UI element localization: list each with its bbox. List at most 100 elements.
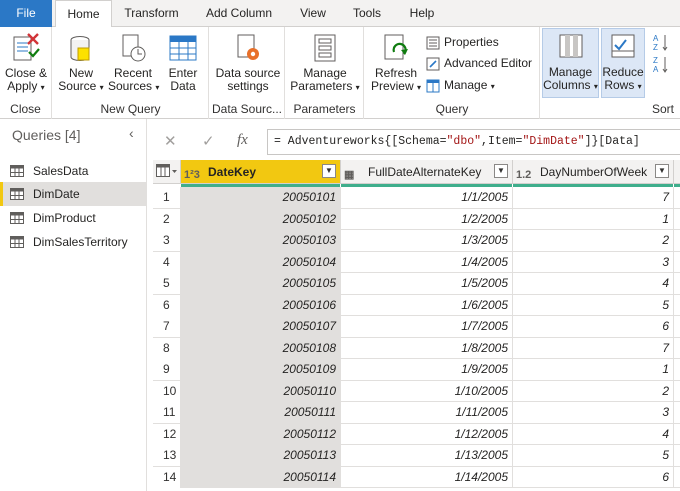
cell-next-column[interactable] <box>674 424 680 445</box>
table-row[interactable]: 13 20050113 1/13/2005 5 <box>153 445 680 467</box>
cell-daynumberofweek[interactable]: 4 <box>513 423 674 445</box>
cell-daynumberofweek[interactable]: 2 <box>513 380 674 402</box>
cell-datekey[interactable]: 20050103 <box>181 230 341 251</box>
cell-next-column[interactable] <box>674 381 680 402</box>
fx-icon[interactable]: fx <box>237 132 248 149</box>
cell-datekey[interactable]: 20050109 <box>181 359 341 380</box>
commit-formula-icon[interactable]: ✓ <box>202 132 215 150</box>
cell-daynumberofweek[interactable]: 5 <box>513 445 674 466</box>
table-row[interactable]: 10 20050110 1/10/2005 2 <box>153 380 680 402</box>
cell-datekey[interactable]: 20050113 <box>181 445 341 466</box>
cell-next-column[interactable] <box>674 359 680 380</box>
whole-number-type-icon[interactable]: 1²3 <box>184 164 200 186</box>
cell-datekey[interactable]: 20050112 <box>181 423 341 445</box>
table-select-all[interactable] <box>153 160 181 184</box>
table-row[interactable]: 5 20050105 1/5/2005 4 <box>153 273 680 295</box>
cell-fulldatealternatekey[interactable]: 1/9/2005 <box>341 359 513 380</box>
cell-fulldatealternatekey[interactable]: 1/11/2005 <box>341 402 513 423</box>
query-item-dimdate[interactable]: DimDate <box>0 182 146 206</box>
column-header-fulldatealternatekey[interactable]: ▦ FullDateAlternateKey ▼ <box>341 160 513 184</box>
cell-daynumberofweek[interactable]: 4 <box>513 273 674 294</box>
cell-fulldatealternatekey[interactable]: 1/12/2005 <box>341 423 513 445</box>
query-item-dimsalesterritory[interactable]: DimSalesTerritory <box>0 230 146 254</box>
cell-next-column[interactable] <box>674 402 680 423</box>
cell-daynumberofweek[interactable]: 1 <box>513 359 674 380</box>
cell-datekey[interactable]: 20050111 <box>181 402 341 423</box>
cancel-formula-icon[interactable]: ✕ <box>164 132 177 150</box>
cell-daynumberofweek[interactable]: 6 <box>513 466 674 488</box>
query-item-dimproduct[interactable]: DimProduct <box>0 206 146 230</box>
tab-help[interactable]: Help <box>398 0 446 27</box>
column-header-datekey[interactable]: 1²3 DateKey ▼ <box>181 160 341 184</box>
cell-next-column[interactable] <box>674 187 680 208</box>
cell-datekey[interactable]: 20050102 <box>181 208 341 230</box>
table-row[interactable]: 2 20050102 1/2/2005 1 <box>153 208 680 230</box>
tab-transform[interactable]: Transform <box>115 0 188 27</box>
cell-next-column[interactable] <box>674 230 680 251</box>
cell-fulldatealternatekey[interactable]: 1/2/2005 <box>341 208 513 230</box>
cell-daynumberofweek[interactable]: 1 <box>513 208 674 230</box>
cell-datekey[interactable]: 20050108 <box>181 337 341 359</box>
manage-columns-button[interactable]: Manage Columns ▾ <box>542 28 599 98</box>
cell-fulldatealternatekey[interactable]: 1/8/2005 <box>341 337 513 359</box>
close-apply-button[interactable]: Close & Apply ▾ <box>3 30 49 94</box>
table-row[interactable]: 4 20050104 1/4/2005 3 <box>153 251 680 273</box>
cell-daynumberofweek[interactable]: 2 <box>513 230 674 251</box>
cell-datekey[interactable]: 20050114 <box>181 466 341 488</box>
column-header-daynumberofweek[interactable]: 1.2 DayNumberOfWeek ▼ <box>513 160 674 184</box>
formula-input[interactable]: = Adventureworks{[Schema="dbo",Item="Dim… <box>267 129 680 155</box>
cell-datekey[interactable]: 20050104 <box>181 251 341 273</box>
column-filter-dropdown-icon[interactable]: ▼ <box>655 164 669 178</box>
cell-next-column[interactable] <box>674 338 680 359</box>
tab-home[interactable]: Home <box>55 0 112 28</box>
table-row[interactable]: 3 20050103 1/3/2005 2 <box>153 230 680 252</box>
data-source-settings-button[interactable]: Data source settings <box>213 30 283 93</box>
cell-daynumberofweek[interactable]: 7 <box>513 187 674 208</box>
reduce-rows-button[interactable]: Reduce Rows ▾ <box>601 28 645 98</box>
table-row[interactable]: 12 20050112 1/12/2005 4 <box>153 423 680 445</box>
date-type-icon[interactable]: ▦ <box>344 164 354 186</box>
cell-daynumberofweek[interactable]: 6 <box>513 316 674 337</box>
decimal-type-icon[interactable]: 1.2 <box>516 164 531 186</box>
enter-data-button[interactable]: Enter Data <box>162 30 204 93</box>
cell-daynumberofweek[interactable]: 5 <box>513 294 674 316</box>
tab-view[interactable]: View <box>290 0 336 27</box>
tab-tools[interactable]: Tools <box>343 0 391 27</box>
manage-parameters-button[interactable]: Manage Parameters ▾ <box>290 30 360 94</box>
table-row[interactable]: 6 20050106 1/6/2005 5 <box>153 294 680 316</box>
sort-ascending-button[interactable]: AZ <box>653 31 673 52</box>
refresh-preview-button[interactable]: Refresh Preview ▾ <box>368 30 424 94</box>
cell-daynumberofweek[interactable]: 7 <box>513 337 674 359</box>
table-row[interactable]: 7 20050107 1/7/2005 6 <box>153 316 680 338</box>
recent-sources-button[interactable]: Recent Sources ▾ <box>108 30 159 94</box>
column-filter-dropdown-icon[interactable]: ▼ <box>494 164 508 178</box>
cell-fulldatealternatekey[interactable]: 1/1/2005 <box>341 187 513 208</box>
cell-next-column[interactable] <box>674 295 680 316</box>
cell-datekey[interactable]: 20050107 <box>181 316 341 337</box>
tab-add-column[interactable]: Add Column <box>196 0 282 27</box>
cell-datekey[interactable]: 20050105 <box>181 273 341 294</box>
cell-next-column[interactable] <box>674 467 680 488</box>
cell-daynumberofweek[interactable]: 3 <box>513 251 674 273</box>
table-row[interactable]: 8 20050108 1/8/2005 7 <box>153 337 680 359</box>
cell-fulldatealternatekey[interactable]: 1/5/2005 <box>341 273 513 294</box>
query-item-salesdata[interactable]: SalesData <box>0 159 146 183</box>
new-source-button[interactable]: New Source ▾ <box>58 30 104 94</box>
cell-next-column[interactable] <box>674 209 680 230</box>
cell-fulldatealternatekey[interactable]: 1/10/2005 <box>341 380 513 402</box>
tab-file[interactable]: File <box>0 0 52 27</box>
sort-descending-button[interactable]: ZA <box>653 53 673 74</box>
cell-datekey[interactable]: 20050106 <box>181 294 341 316</box>
manage-query-button[interactable]: Manage ▾ <box>426 75 495 95</box>
table-row[interactable]: 9 20050109 1/9/2005 1 <box>153 359 680 381</box>
cell-daynumberofweek[interactable]: 3 <box>513 402 674 423</box>
cell-fulldatealternatekey[interactable]: 1/3/2005 <box>341 230 513 251</box>
cell-next-column[interactable] <box>674 273 680 294</box>
advanced-editor-button[interactable]: Advanced Editor <box>426 53 532 73</box>
properties-button[interactable]: Properties <box>426 32 499 52</box>
table-row[interactable]: 1 20050101 1/1/2005 7 <box>153 187 680 209</box>
cell-next-column[interactable] <box>674 316 680 337</box>
table-row[interactable]: 14 20050114 1/14/2005 6 <box>153 466 680 488</box>
cell-fulldatealternatekey[interactable]: 1/6/2005 <box>341 294 513 316</box>
cell-fulldatealternatekey[interactable]: 1/4/2005 <box>341 251 513 273</box>
